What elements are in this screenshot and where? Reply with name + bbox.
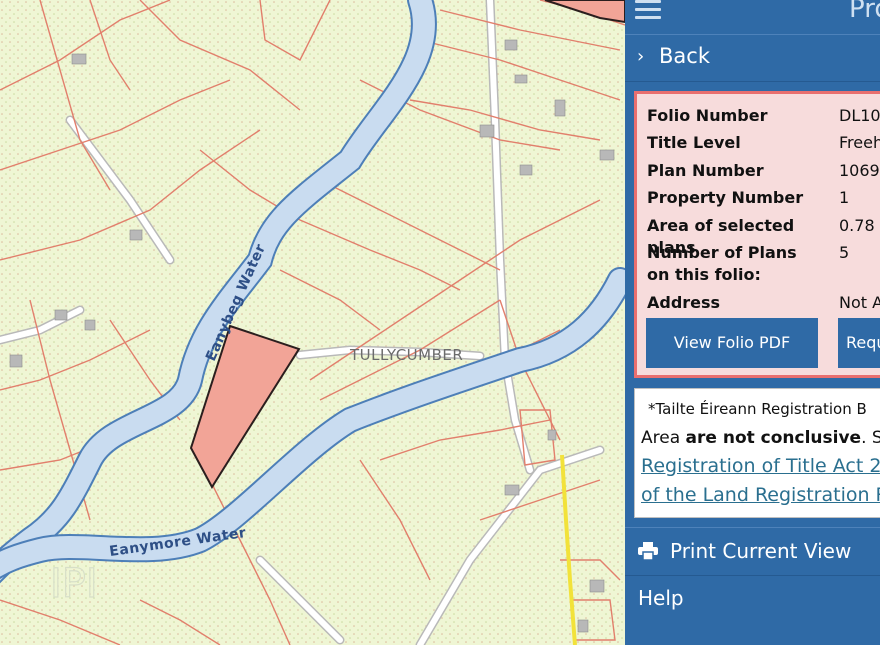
view-folio-pdf-button[interactable]: View Folio PDF	[646, 318, 818, 368]
help-button[interactable]: Help	[625, 576, 880, 622]
plan-number-label: Plan Number	[647, 161, 764, 180]
help-label: Help	[638, 586, 684, 610]
app-title: Pro	[849, 0, 880, 24]
folio-number-value: DL106	[839, 106, 880, 125]
address-value: Not A	[839, 293, 880, 312]
hamburger-icon[interactable]	[635, 0, 661, 20]
disclaimer-bold: are not conclusive	[685, 428, 862, 448]
disclaimer-box: *Tailte Éireann Registration B Area are …	[634, 388, 880, 518]
folio-info-card: Folio Number DL106 Title Level Freeh Pla…	[634, 91, 880, 378]
print-current-view-button[interactable]: Print Current View	[625, 527, 880, 576]
property-number-value: 1	[839, 188, 850, 207]
plan-number-value: 10692	[839, 161, 880, 180]
disclaimer-line2: Area are not conclusive. See	[641, 428, 880, 448]
townland-label: TULLYCUMBER	[350, 346, 464, 364]
title-level-value: Freeh	[839, 133, 880, 152]
property-number-label: Property Number	[647, 188, 804, 207]
address-label: Address	[647, 293, 721, 312]
disclaimer-line1: *Tailte Éireann Registration B	[648, 400, 867, 418]
title-level-label: Title Level	[647, 133, 741, 152]
folio-number-label: Folio Number	[647, 106, 768, 125]
panel-header: Pro	[625, 0, 880, 34]
plans-count-value: 5	[839, 243, 850, 262]
disclaimer-prefix: Area	[641, 428, 686, 448]
watermark-logo: IPI	[50, 561, 98, 607]
chevron-right-icon: ›	[637, 46, 645, 67]
side-panel: Pro › Back Folio Number DL106 Title Leve…	[625, 0, 880, 645]
print-label: Print Current View	[670, 539, 852, 563]
registration-act-link[interactable]: Registration of Title Act 20	[641, 455, 880, 477]
map-view[interactable]: Eanybeg Water Eanymore Water IPI TULLYCU…	[0, 0, 625, 645]
land-registration-rules-link[interactable]: of the Land Registration R	[641, 484, 880, 506]
map-canvas[interactable]: Eanybeg Water Eanymore Water IPI	[0, 0, 625, 645]
printer-icon	[638, 542, 658, 560]
request-button[interactable]: Requ	[838, 318, 880, 368]
plans-count-label: Number of Plans on this folio:	[647, 243, 797, 284]
back-label: Back	[659, 44, 710, 68]
area-value: 0.78 h	[839, 216, 880, 235]
disclaimer-suffix: . See	[861, 428, 880, 448]
back-button[interactable]: › Back	[625, 34, 880, 82]
